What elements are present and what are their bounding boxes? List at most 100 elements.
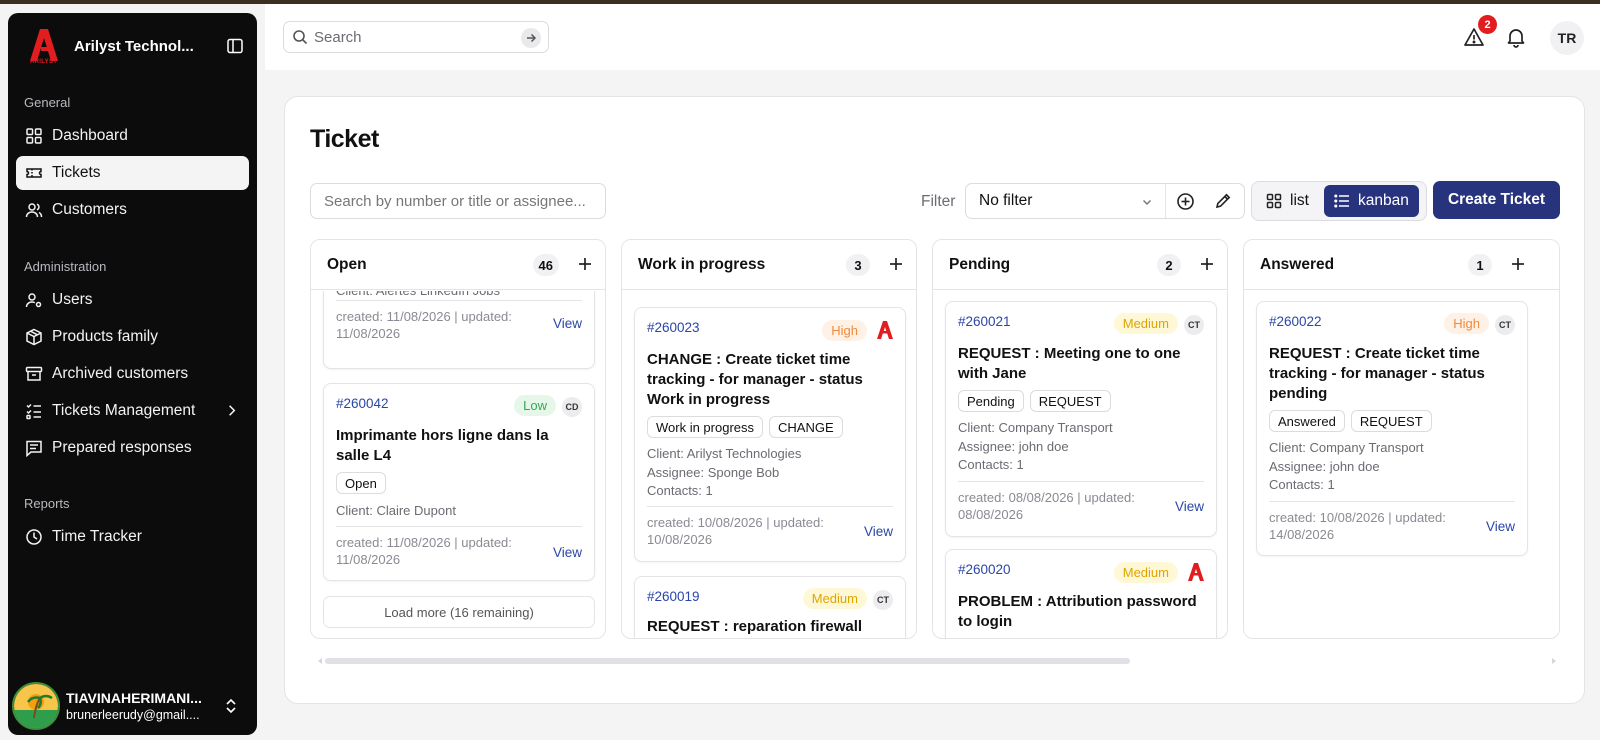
profile-avatar-button[interactable]: TR (1550, 21, 1584, 55)
ticket-client: Client: Arilyst Technologies (647, 446, 802, 461)
section-title-reports: Reports (24, 496, 70, 511)
column-header: Pending 2 (933, 240, 1227, 290)
add-ticket-icon[interactable] (888, 256, 904, 272)
priority-badge: Medium (802, 588, 867, 609)
view-link[interactable]: View (553, 316, 582, 331)
ticket-card[interactable]: Client: Alertes LinkedIn Jobs created: 1… (323, 291, 595, 369)
sidebar-item-dashboard[interactable]: Dashboard (16, 119, 249, 153)
create-ticket-button[interactable]: Create Ticket (1433, 181, 1560, 219)
card-divider (1269, 501, 1515, 502)
ticket-tags: Answered REQUEST (1269, 410, 1432, 432)
list-icon (1334, 194, 1349, 208)
ticket-number[interactable]: #260019 (647, 589, 700, 604)
kanban-view-button[interactable]: kanban (1324, 185, 1419, 217)
add-filter-button[interactable] (1166, 184, 1204, 218)
status-tag: Work in progress (647, 416, 764, 438)
ticket-card[interactable]: #260042 Low CD Imprimante hors ligne dan… (323, 383, 595, 581)
sidebar-item-customers[interactable]: Customers (16, 193, 249, 227)
ticket-card[interactable]: #260019 Medium CT REQUEST : reparation f… (634, 576, 906, 638)
column-title: Work in progress (638, 255, 766, 273)
ticket-dates: created: 11/08/2026 | updated: 11/08/202… (336, 309, 512, 341)
sidebar-item-label: Users (52, 291, 93, 308)
column-count: 2 (1157, 254, 1181, 276)
search-submit-button[interactable] (521, 28, 541, 48)
status-tag: Pending (958, 390, 1024, 412)
filter-select[interactable]: No filter (966, 184, 1166, 218)
ticket-number[interactable]: #260022 (1269, 314, 1322, 329)
kanban-view-label: kanban (1358, 192, 1409, 209)
edit-filter-button[interactable] (1204, 184, 1242, 218)
sidebar-item-label: Tickets Management (52, 402, 196, 419)
column-count: 1 (1468, 254, 1492, 276)
sidebar-item-tickets-management[interactable]: Tickets Management (16, 394, 249, 428)
chevrons-up-down-icon (226, 698, 236, 714)
ticket-card[interactable]: #260020 Medium PROBLEM : Attribution pas… (945, 549, 1217, 638)
scroll-right-icon[interactable] (1551, 657, 1557, 665)
ticket-number[interactable]: #260020 (958, 562, 1011, 577)
ticket-contacts: Contacts: 1 (1269, 477, 1335, 492)
add-ticket-icon[interactable] (1199, 256, 1215, 272)
horizontal-scrollbar[interactable] (317, 657, 1557, 665)
list-view-button[interactable]: list (1256, 185, 1319, 217)
ticket-card[interactable]: #260023 High CHANGE : Create ticket time… (634, 307, 906, 562)
view-link[interactable]: View (553, 545, 582, 560)
sidebar-item-label: Archived customers (52, 365, 189, 382)
sidebar-toggle-icon[interactable] (226, 37, 244, 55)
column-header: Answered 1 (1244, 240, 1559, 290)
column-count: 46 (532, 254, 559, 276)
status-tag: Answered (1269, 410, 1345, 432)
column-body: #260022 High CT REQUEST : Create ticket … (1244, 291, 1559, 638)
card-divider (647, 506, 893, 507)
view-link[interactable]: View (864, 524, 893, 539)
ticket-client: Client: Company Transport (958, 420, 1113, 435)
ticket-contacts: Contacts: 1 (647, 483, 713, 498)
priority-badge: High (822, 320, 867, 341)
column-body: #260023 High CHANGE : Create ticket time… (622, 291, 916, 638)
global-search[interactable] (283, 21, 549, 53)
sidebar-item-tickets[interactable]: Tickets (16, 156, 249, 190)
search-input[interactable] (314, 28, 514, 46)
sidebar-item-products-family[interactable]: Products family (16, 320, 249, 354)
scrollbar-thumb[interactable] (325, 658, 1130, 664)
column-open: Open 46 Client: Alertes LinkedIn Jobs cr… (310, 239, 606, 639)
add-ticket-icon[interactable] (577, 256, 593, 272)
column-title: Open (327, 255, 367, 273)
column-count: 3 (846, 254, 870, 276)
ticket-title: REQUEST : reparation firewall (647, 618, 863, 635)
filter-value: No filter (979, 192, 1033, 209)
sidebar-item-time-tracker[interactable]: Time Tracker (16, 520, 249, 554)
brand[interactable]: ARILYST Arilyst Technol... (24, 25, 204, 67)
ticket-number[interactable]: #260042 (336, 396, 389, 411)
add-ticket-icon[interactable] (1510, 256, 1526, 272)
load-more-button[interactable]: Load more (16 remaining) (323, 596, 595, 628)
arilyst-logo-icon (1188, 563, 1204, 581)
priority-badge: Low (514, 395, 556, 416)
type-tag: REQUEST (1029, 390, 1111, 412)
priority-badge: Medium (1113, 562, 1178, 583)
ticket-search-input[interactable] (310, 183, 606, 219)
user-menu[interactable]: TIAVINAHERIMANI... brunerleerudy@gmail..… (12, 681, 253, 731)
column-body: Client: Alertes LinkedIn Jobs created: 1… (311, 291, 605, 638)
ticket-tags: Open (336, 472, 386, 494)
ticket-title: CHANGE : Create ticket time tracking - f… (647, 351, 863, 408)
bell-icon[interactable] (1505, 26, 1527, 48)
archive-icon (25, 366, 43, 381)
view-link[interactable]: View (1175, 499, 1204, 514)
view-link[interactable]: View (1486, 519, 1515, 534)
ticket-number[interactable]: #260021 (958, 314, 1011, 329)
app-name: Arilyst Technol... (74, 37, 194, 55)
section-title-general: General (24, 95, 71, 110)
column-title: Answered (1260, 255, 1335, 273)
ticket-number[interactable]: #260023 (647, 320, 700, 335)
sidebar-item-label: Prepared responses (52, 439, 192, 456)
sidebar-item-users[interactable]: Users (16, 283, 249, 317)
assignee-avatar: CD (562, 397, 582, 417)
ticket-card[interactable]: #260021 Medium CT REQUEST : Meeting one … (945, 301, 1217, 537)
ticket-title: Imprimante hors ligne dans la salle L4 (336, 427, 549, 464)
chevron-down-icon (1142, 199, 1152, 206)
sidebar-item-archived-customers[interactable]: Archived customers (16, 357, 249, 391)
sidebar-item-prepared-responses[interactable]: Prepared responses (16, 431, 249, 465)
scroll-left-icon[interactable] (317, 657, 323, 665)
ticket-card[interactable]: #260022 High CT REQUEST : Create ticket … (1256, 301, 1528, 556)
ticket-dates: created: 08/08/2026 | updated: 08/08/202… (958, 490, 1135, 522)
